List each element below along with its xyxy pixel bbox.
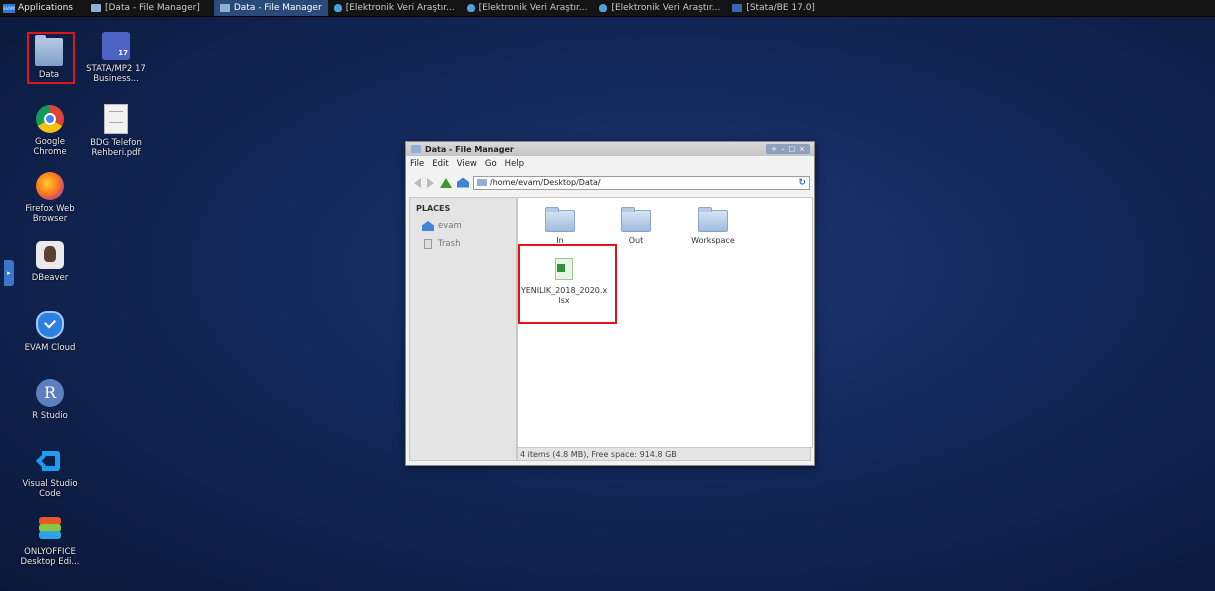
- desktop-icon-firefox[interactable]: Firefox Web Browser: [20, 172, 80, 224]
- desktop-icon-label: Google Chrome: [33, 137, 67, 157]
- firefox-icon: [36, 172, 64, 200]
- minimize-button[interactable]: –: [781, 144, 785, 154]
- shield-icon: [333, 4, 342, 12]
- spreadsheet-icon: [555, 258, 573, 280]
- status-bar: 4 items (4.8 MB), Free space: 914.8 GB: [517, 447, 811, 461]
- menu-edit[interactable]: Edit: [428, 159, 452, 172]
- folder-item-workspace[interactable]: Workspace: [683, 207, 743, 246]
- places-item-label: Trash: [438, 239, 461, 249]
- desktop-icon-label: Visual Studio Code: [22, 479, 78, 499]
- stata-icon: [732, 4, 743, 12]
- folder-icon: [35, 35, 63, 66]
- desktop-icon-r-studio[interactable]: R R Studio: [20, 379, 80, 421]
- menu-view[interactable]: View: [453, 159, 481, 172]
- location-bar[interactable]: ↻: [473, 175, 810, 190]
- shield-icon: [466, 4, 475, 12]
- menu-file[interactable]: File: [406, 159, 428, 172]
- task-label: [Elektronik Veri Araştır...: [345, 3, 455, 13]
- forward-arrow-icon[interactable]: [427, 177, 434, 188]
- task-browser-3[interactable]: [Elektronik Veri Araştır...: [593, 0, 726, 16]
- file-item-xlsx[interactable]: YENILIK_2018_2020.xlsx: [520, 258, 608, 306]
- path-input[interactable]: [490, 178, 799, 187]
- window-title: Data - File Manager: [425, 144, 514, 154]
- up-arrow-icon[interactable]: [440, 177, 452, 188]
- desktop-icon-stata[interactable]: 17 STATA/MP2 17 Business...: [86, 32, 146, 84]
- chrome-icon: [36, 105, 64, 133]
- desktop-icon-label: Data: [38, 70, 60, 80]
- file-view: In Out Workspace YENILIK_2018_2020.xlsx: [517, 197, 813, 448]
- task-stata[interactable]: [Stata/BE 17.0]: [726, 0, 821, 16]
- folder-icon: [90, 4, 101, 12]
- desktop-icon-chrome[interactable]: Google Chrome: [20, 105, 80, 157]
- reload-icon[interactable]: ↻: [798, 178, 806, 188]
- folder-icon: [621, 207, 651, 232]
- status-text: 4 items (4.8 MB), Free space: 914.8 GB: [520, 449, 677, 459]
- home-icon[interactable]: [457, 177, 469, 188]
- desktop-icon-vscode[interactable]: Visual Studio Code: [20, 447, 80, 499]
- menu-help[interactable]: Help: [501, 159, 528, 172]
- task-browser-2[interactable]: [Elektronik Veri Araştır...: [461, 0, 594, 16]
- places-item-trash[interactable]: Trash: [422, 239, 516, 249]
- folder-icon: [477, 179, 487, 186]
- home-icon: [422, 221, 434, 231]
- stata-badge: 17: [118, 49, 128, 57]
- taskbar: EVAM Applications [Data - File Manager] …: [0, 0, 1215, 17]
- menu-go[interactable]: Go: [481, 159, 501, 172]
- desktop-icon-label: EVAM Cloud: [24, 343, 76, 353]
- places-item-evam[interactable]: evam: [422, 221, 516, 231]
- desktop-icon-onlyoffice[interactable]: ONLYOFFICE Desktop Edi...: [20, 515, 80, 567]
- close-button[interactable]: ×: [799, 144, 805, 154]
- task-label: Data - File Manager: [233, 3, 322, 13]
- window-controls: + – □ ×: [766, 144, 810, 154]
- evam-logo-icon[interactable]: EVAM: [3, 3, 15, 13]
- desktop-icon-evam-cloud[interactable]: EVAM Cloud: [20, 311, 80, 353]
- desktop-icon-label: Firefox Web Browser: [25, 204, 75, 224]
- dbeaver-icon: [36, 241, 64, 269]
- task-label: [Data - File Manager]: [104, 3, 200, 13]
- menu-bar: File Edit View Go Help: [406, 159, 528, 172]
- desktop-icon-dbeaver[interactable]: DBeaver: [20, 241, 80, 283]
- task-label: [Elektronik Veri Araştır...: [611, 3, 721, 13]
- desktop-icon-label: STATA/MP2 17 Business...: [86, 64, 146, 84]
- desktop-icon-pdf[interactable]: BDG Telefon Rehberi.pdf: [86, 104, 146, 158]
- desktop-icon-label: ONLYOFFICE Desktop Edi...: [20, 547, 80, 567]
- pdf-file-icon: [104, 104, 128, 134]
- folder-icon: [411, 145, 421, 153]
- applications-menu[interactable]: Applications: [18, 3, 73, 13]
- task-file-manager-1[interactable]: [Data - File Manager]: [85, 0, 206, 16]
- task-file-manager-active[interactable]: Data - File Manager: [213, 0, 328, 16]
- trash-icon: [424, 239, 432, 249]
- folder-item-out[interactable]: Out: [606, 207, 666, 246]
- r-studio-icon: R: [36, 379, 64, 407]
- evam-cloud-icon: [36, 311, 64, 339]
- folder-item-in[interactable]: In: [530, 207, 590, 246]
- places-sidebar: PLACES evam Trash: [409, 197, 517, 461]
- item-label: YENILIK_2018_2020.xlsx: [520, 286, 608, 305]
- onlyoffice-icon: [36, 515, 64, 543]
- desktop-icon-label: R Studio: [32, 411, 68, 421]
- r-glyph: R: [43, 383, 57, 402]
- maximize-all-button[interactable]: +: [771, 144, 777, 154]
- shield-icon: [599, 4, 608, 12]
- file-manager-window: Data - File Manager + – □ × File Edit Vi…: [405, 141, 815, 466]
- stata-icon: 17: [102, 32, 130, 60]
- side-panel-handle[interactable]: ▸: [4, 260, 14, 286]
- item-label: Workspace: [691, 236, 735, 245]
- folder-icon: [545, 207, 575, 232]
- task-label: [Elektronik Veri Araştır...: [478, 3, 588, 13]
- folder-icon: [219, 4, 230, 12]
- vscode-icon: [36, 447, 64, 475]
- places-item-label: evam: [438, 221, 462, 231]
- back-arrow-icon[interactable]: [414, 177, 421, 188]
- toolbar: ↻: [406, 175, 814, 190]
- places-header: PLACES: [416, 204, 451, 213]
- desktop-icon-label: BDG Telefon Rehberi.pdf: [90, 138, 142, 158]
- desktop-icon-label: DBeaver: [31, 273, 69, 283]
- task-browser-1[interactable]: [Elektronik Veri Araştır...: [328, 0, 461, 16]
- folder-icon: [698, 207, 728, 232]
- task-label: [Stata/BE 17.0]: [746, 3, 815, 13]
- desktop-icon-data[interactable]: Data: [19, 35, 79, 80]
- maximize-button[interactable]: □: [789, 144, 796, 154]
- window-titlebar[interactable]: Data - File Manager + – □ ×: [406, 142, 814, 156]
